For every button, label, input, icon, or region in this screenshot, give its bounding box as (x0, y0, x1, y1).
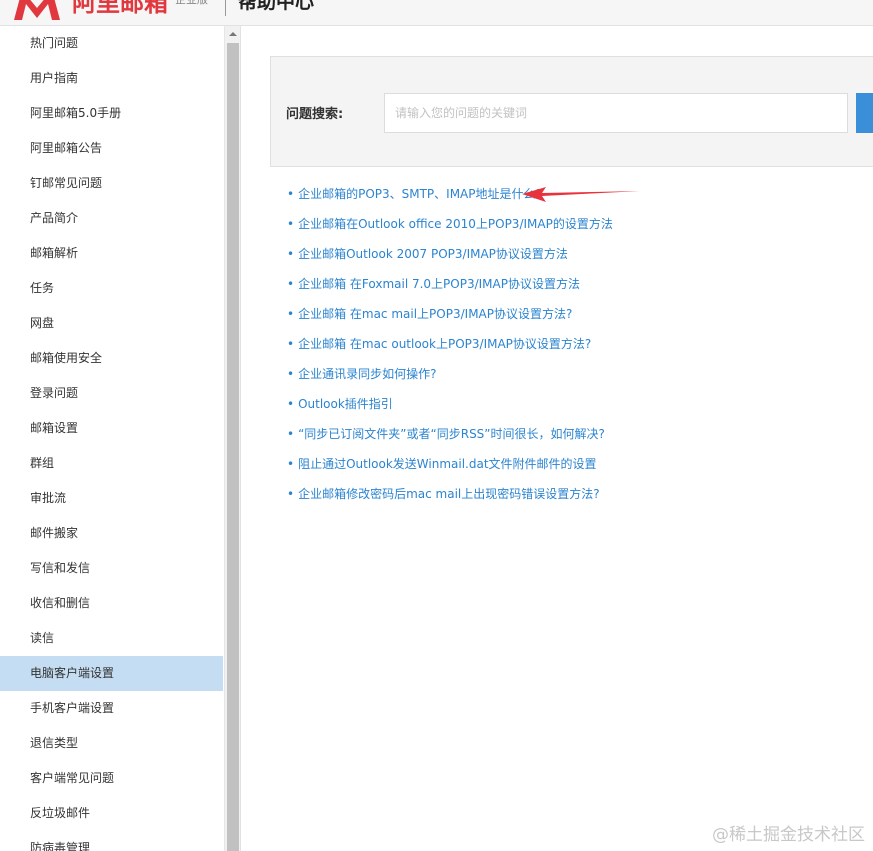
search-panel: 问题搜索: (270, 56, 873, 167)
scroll-up-arrow-icon[interactable] (225, 26, 240, 42)
header-divider (225, 0, 226, 16)
top-header: 阿里邮箱 企业版 帮助中心 (0, 0, 873, 26)
faq-link-text[interactable]: 企业邮箱在Outlook office 2010上POP3/IMAP的设置方法 (298, 217, 613, 231)
watermark: @稀土掘金技术社区 (712, 825, 865, 845)
faq-link[interactable]: • 企业邮箱 在Foxmail 7.0上POP3/IMAP协议设置方法 (287, 272, 613, 302)
faq-bullet: • (287, 247, 295, 261)
search-button[interactable] (856, 93, 873, 133)
sidebar-item[interactable]: 热门问题 (0, 26, 223, 61)
faq-bullet: • (287, 397, 295, 411)
faq-link-text[interactable]: 企业邮箱修改密码后mac mail上出现密码错误设置方法? (298, 487, 600, 501)
faq-link[interactable]: • “同步已订阅文件夹”或者“同步RSS”时间很长，如何解决? (287, 422, 613, 452)
logo-text[interactable]: 阿里邮箱 (72, 0, 168, 20)
sidebar-nav: 热门问题 用户指南 阿里邮箱5.0手册 阿里邮箱公告 钉邮常见问题 产品简介 邮箱解析 任务网… (0, 26, 223, 851)
faq-link[interactable]: • 阻止通过Outlook发送Winmail.dat文件附件邮件的设置 (287, 452, 613, 482)
faq-bullet: • (287, 427, 295, 441)
sidebar-item[interactable]: 网盘 (0, 306, 223, 341)
sidebar-item[interactable]: 阿里邮箱5.0手册 (0, 96, 223, 131)
sidebar-item[interactable]: 手机客户端设置 (0, 691, 223, 726)
sidebar-item[interactable]: 读信 (0, 621, 223, 656)
sidebar-item[interactable]: 登录问题 (0, 376, 223, 411)
faq-link-text[interactable]: 企业邮箱Outlook 2007 POP3/IMAP协议设置方法 (298, 247, 568, 261)
faq-link-text[interactable]: Outlook插件指引 (298, 397, 393, 411)
faq-link[interactable]: • 企业邮箱在Outlook office 2010上POP3/IMAP的设置方法 (287, 212, 613, 242)
faq-bullet: • (287, 337, 295, 351)
faq-bullet: • (287, 307, 295, 321)
sidebar-item[interactable]: 邮件搬家 (0, 516, 223, 551)
faq-link-text[interactable]: 企业邮箱 在Foxmail 7.0上POP3/IMAP协议设置方法 (298, 277, 580, 291)
sidebar-item[interactable]: 邮箱解析 (0, 236, 223, 271)
faq-bullet: • (287, 277, 295, 291)
faq-link-text[interactable]: 企业邮箱的POP3、SMTP、IMAP地址是什么? (298, 187, 542, 201)
faq-link[interactable]: • 企业邮箱修改密码后mac mail上出现密码错误设置方法? (287, 482, 613, 512)
sidebar-item[interactable]: 防病毒管理 (0, 831, 223, 851)
faq-link[interactable]: • 企业邮箱 在mac mail上POP3/IMAP协议设置方法? (287, 302, 613, 332)
sidebar-item[interactable]: 群组 (0, 446, 223, 481)
faq-link-text[interactable]: “同步已订阅文件夹”或者“同步RSS”时间很长，如何解决? (298, 427, 605, 441)
sidebar-item[interactable]: 电脑客户端设置 (0, 656, 223, 691)
sidebar-item[interactable]: 阿里邮箱公告 (0, 131, 223, 166)
faq-link-text[interactable]: 企业邮箱 在mac outlook上POP3/IMAP协议设置方法? (298, 337, 591, 351)
faq-bullet: • (287, 367, 295, 381)
sidebar-item[interactable]: 邮箱使用安全 (0, 341, 223, 376)
logo-edition: 企业版 (175, 0, 208, 8)
search-input[interactable] (384, 93, 848, 133)
sidebar-item[interactable]: 用户指南 (0, 61, 223, 96)
sidebar-item[interactable]: 邮箱设置 (0, 411, 223, 446)
red-arrow-annotation-icon (522, 187, 640, 202)
faq-bullet: • (287, 487, 295, 501)
sidebar-item[interactable]: 收信和删信 (0, 586, 223, 621)
faq-link-text[interactable]: 企业通讯录同步如何操作? (298, 367, 436, 381)
faq-link[interactable]: • 企业邮箱 在mac outlook上POP3/IMAP协议设置方法? (287, 332, 613, 362)
search-label: 问题搜索: (286, 107, 344, 122)
sidebar-item[interactable]: 审批流 (0, 481, 223, 516)
page-title: 帮助中心 (238, 0, 315, 13)
faq-list: • 企业邮箱的POP3、SMTP、IMAP地址是什么? • 企业邮箱在Outlook … (287, 182, 613, 512)
sidebar-item[interactable]: 写信和发信 (0, 551, 223, 586)
sidebar-item[interactable]: 退信类型 (0, 726, 223, 761)
faq-link-text[interactable]: 阻止通过Outlook发送Winmail.dat文件附件邮件的设置 (298, 457, 596, 471)
sidebar-item[interactable]: 客户端常见问题 (0, 761, 223, 796)
faq-link[interactable]: • 企业邮箱Outlook 2007 POP3/IMAP协议设置方法 (287, 242, 613, 272)
sidebar-scrollbar[interactable] (224, 26, 240, 851)
faq-bullet: • (287, 217, 295, 231)
sidebar-item[interactable]: 反垃圾邮件 (0, 796, 223, 831)
aliyun-mail-logo-icon[interactable] (12, 0, 62, 20)
sidebar-item[interactable]: 任务 (0, 271, 223, 306)
faq-bullet: • (287, 187, 295, 201)
scrollbar-thumb[interactable] (227, 43, 239, 851)
faq-link[interactable]: • 企业通讯录同步如何操作? (287, 362, 613, 392)
faq-bullet: • (287, 457, 295, 471)
sidebar-item[interactable]: 产品简介 (0, 201, 223, 236)
faq-link[interactable]: • Outlook插件指引 (287, 392, 613, 422)
sidebar: 热门问题 用户指南 阿里邮箱5.0手册 阿里邮箱公告 钉邮常见问题 产品简介 邮箱解析 任务网… (0, 26, 241, 851)
sidebar-item[interactable]: 钉邮常见问题 (0, 166, 223, 201)
faq-link-text[interactable]: 企业邮箱 在mac mail上POP3/IMAP协议设置方法? (298, 307, 572, 321)
